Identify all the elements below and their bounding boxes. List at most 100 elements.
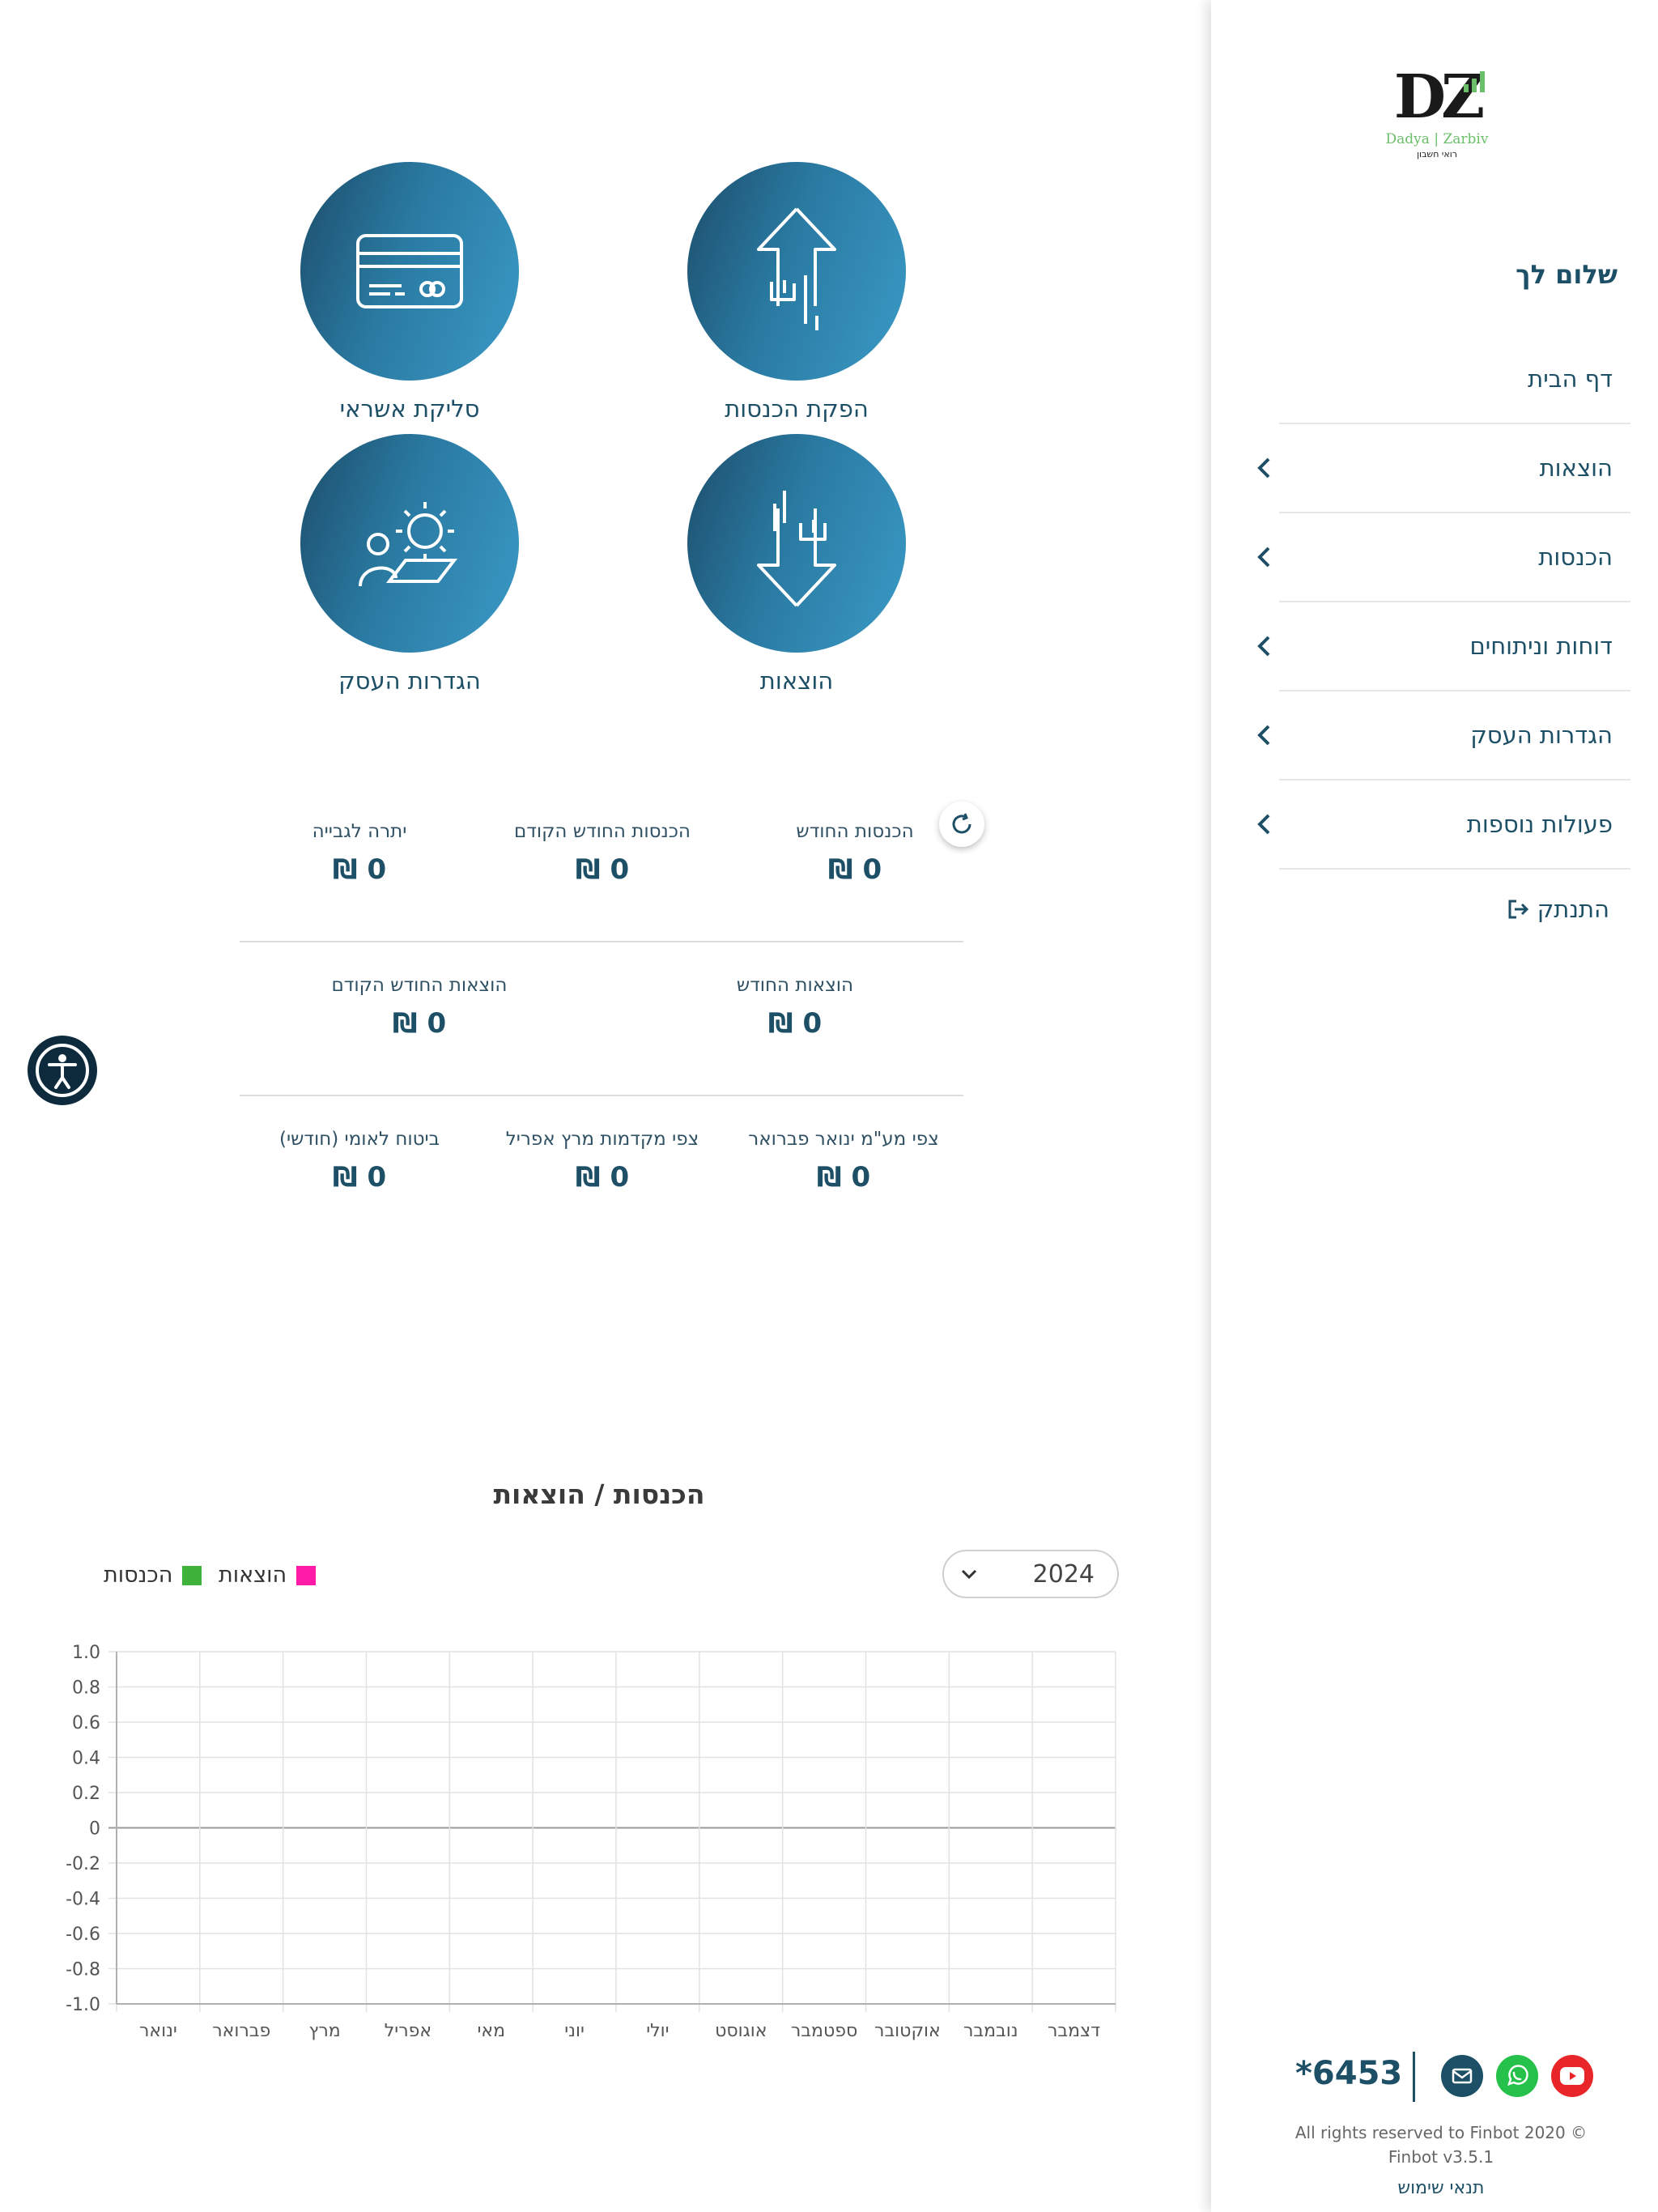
y-tick-label: 0.4 bbox=[72, 1749, 100, 1769]
stat-title: צפי מע"מ ינואר פברואר bbox=[748, 1129, 939, 1150]
nav-more-actions[interactable]: פעולות נוספות bbox=[1257, 781, 1630, 870]
legend-expenses[interactable]: הוצאות bbox=[219, 1563, 317, 1588]
chevron-down-icon bbox=[961, 1569, 977, 1580]
x-tick-label: ספטמבר bbox=[791, 2021, 857, 2041]
logout-button[interactable]: התנתק bbox=[1507, 895, 1609, 923]
year-value: 2024 bbox=[1032, 1559, 1095, 1589]
stat-national-insurance: ביטוח לאומי (חודשי) 0 ₪ bbox=[238, 1129, 481, 1193]
logo-caption: רואי חשבון bbox=[1417, 149, 1457, 160]
expense-arrow-down-icon bbox=[757, 491, 836, 607]
rights-text: All rights reserved to Finbot 2020 © bbox=[1295, 2123, 1588, 2142]
chevron-left-icon bbox=[1256, 546, 1289, 568]
income-issue-label: הפקת הכנסות bbox=[725, 395, 869, 423]
x-tick-label: פברואר bbox=[212, 2021, 270, 2041]
accessibility-button[interactable] bbox=[28, 1036, 97, 1105]
y-tick-label: -0.6 bbox=[66, 1925, 100, 1945]
x-tick-label: יוני bbox=[564, 2021, 585, 2041]
year-select[interactable]: 2024 bbox=[942, 1550, 1119, 1598]
greeting: שלום לך bbox=[1516, 259, 1618, 290]
credit-circle bbox=[300, 162, 519, 381]
settings-tile[interactable]: הגדרות העסק bbox=[296, 434, 523, 695]
stat-title: צפי מקדמות מרץ אפריל bbox=[505, 1129, 699, 1150]
x-tick-label: אוקטובר bbox=[874, 2021, 941, 2041]
credit-tile[interactable]: סליקת אשראי bbox=[296, 162, 523, 423]
stat-income-month: הכנסות החודש 0 ₪ bbox=[733, 821, 976, 886]
whatsapp-button[interactable] bbox=[1496, 2055, 1538, 2097]
y-tick-label: 0.8 bbox=[72, 1678, 100, 1699]
credit-label: סליקת אשראי bbox=[339, 395, 480, 423]
nav-reports[interactable]: דוחות וניתוחים bbox=[1257, 602, 1630, 691]
stat-balance-due: יתרה לגבייה 0 ₪ bbox=[238, 821, 481, 886]
nav-label: דוחות וניתוחים bbox=[1469, 632, 1613, 660]
x-tick-label: ינואר bbox=[139, 2021, 177, 2041]
stat-vat-forecast: צפי מע"מ ינואר פברואר 0 ₪ bbox=[722, 1129, 965, 1193]
y-tick-label: 0 bbox=[89, 1819, 100, 1840]
settings-gear-person-icon bbox=[359, 502, 458, 587]
y-tick-label: 0.2 bbox=[72, 1784, 100, 1804]
income-issue-circle bbox=[687, 162, 906, 381]
stat-title: הוצאות החודש הקודם bbox=[331, 975, 508, 996]
mail-button[interactable] bbox=[1441, 2055, 1483, 2097]
settings-label: הגדרות העסק bbox=[338, 667, 481, 695]
stat-value: 0 ₪ bbox=[332, 1161, 387, 1193]
stat-title: הכנסות החודש הקודם bbox=[514, 821, 691, 842]
nav-business-settings[interactable]: הגדרות העסק bbox=[1257, 691, 1630, 781]
mail-icon bbox=[1452, 2068, 1473, 2084]
stat-value: 0 ₪ bbox=[575, 853, 630, 886]
income-issue-tile[interactable]: הפקת הכנסות bbox=[683, 162, 910, 423]
nav-expenses[interactable]: הוצאות bbox=[1257, 424, 1630, 513]
nav-home[interactable]: דף הבית bbox=[1279, 335, 1630, 424]
y-tick-label: -0.8 bbox=[66, 1960, 100, 1980]
nav-label: הכנסות bbox=[1538, 543, 1613, 571]
stat-advances-forecast: צפי מקדמות מרץ אפריל 0 ₪ bbox=[481, 1129, 724, 1193]
income-expense-chart: 1.0 0.8 0.6 0.4 0.2 0 -0.2 -0.4 -0.6 -0.8 -1.0 ינוא… bbox=[66, 1643, 1116, 2041]
accessibility-icon bbox=[36, 1044, 89, 1097]
stat-value: 0 ₪ bbox=[332, 853, 387, 886]
legend-swatch-income bbox=[182, 1565, 202, 1585]
chart-title: הכנסות / הוצאות bbox=[493, 1478, 705, 1510]
nav-label: הוצאות bbox=[1539, 454, 1613, 482]
expenses-circle bbox=[687, 434, 906, 653]
youtube-button[interactable] bbox=[1551, 2055, 1593, 2097]
chevron-left-icon bbox=[1256, 724, 1289, 747]
legend-label: הוצאות bbox=[219, 1563, 287, 1588]
phone-number[interactable]: *6453 bbox=[1295, 2055, 1402, 2092]
main-content: הפקת הכנסות סליקת אשראי הוצאות הגדרות הע… bbox=[0, 0, 1211, 2212]
stat-title: ביטוח לאומי (חודשי) bbox=[279, 1129, 440, 1150]
chevron-left-icon bbox=[1256, 457, 1289, 479]
logo-subtitle: Dadya | Zarbiv bbox=[1385, 131, 1489, 147]
stat-value: 0 ₪ bbox=[767, 1007, 823, 1040]
y-tick-label: -0.4 bbox=[66, 1890, 100, 1910]
footer-separator bbox=[1413, 2052, 1415, 2102]
y-tick-label: 0.6 bbox=[72, 1713, 100, 1733]
stats-divider bbox=[240, 1095, 963, 1096]
stat-title: הכנסות החודש bbox=[796, 821, 914, 842]
credit-card-icon bbox=[356, 234, 463, 308]
stat-expenses-month: הוצאות החודש 0 ₪ bbox=[674, 975, 916, 1040]
logo-bars-icon bbox=[1464, 71, 1485, 92]
stat-expenses-prev-month: הוצאות החודש הקודם 0 ₪ bbox=[298, 975, 541, 1040]
legend-income[interactable]: הכנסות bbox=[104, 1563, 202, 1588]
nav-label: הגדרות העסק bbox=[1470, 721, 1613, 749]
settings-circle bbox=[300, 434, 519, 653]
y-tick-label: -0.2 bbox=[66, 1854, 100, 1874]
x-tick-label: מרץ bbox=[308, 2021, 340, 2041]
x-tick-label: דצמבר bbox=[1048, 2021, 1100, 2041]
expenses-label: הוצאות bbox=[759, 667, 834, 695]
nav-label: פעולות נוספות bbox=[1466, 810, 1613, 838]
y-tick-label: -1.0 bbox=[66, 1995, 100, 2015]
y-tick-label: 1.0 bbox=[72, 1643, 100, 1663]
expenses-tile[interactable]: הוצאות bbox=[683, 434, 910, 695]
stat-title: הוצאות החודש bbox=[736, 975, 854, 996]
chevron-left-icon bbox=[1256, 635, 1289, 657]
nav-income[interactable]: הכנסות bbox=[1257, 513, 1630, 602]
stat-income-prev-month: הכנסות החודש הקודם 0 ₪ bbox=[481, 821, 724, 886]
stat-value: 0 ₪ bbox=[827, 853, 882, 886]
stat-value: 0 ₪ bbox=[816, 1161, 871, 1193]
whatsapp-icon bbox=[1507, 2065, 1528, 2086]
terms-link[interactable]: תנאי שימוש bbox=[1263, 2178, 1619, 2198]
logout-icon bbox=[1508, 900, 1528, 919]
x-tick-label: יולי bbox=[646, 2021, 669, 2041]
x-tick-label: אוגוסט bbox=[715, 2021, 767, 2041]
stats-divider bbox=[240, 941, 963, 942]
